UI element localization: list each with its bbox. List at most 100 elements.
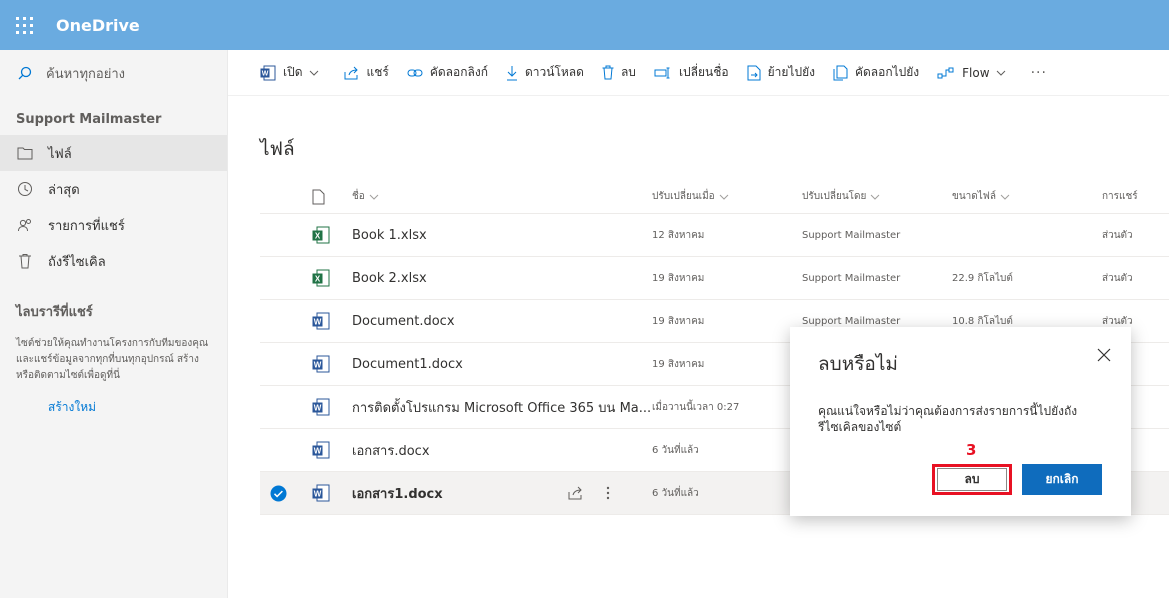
chevron-down-icon — [996, 70, 1005, 76]
rename-button[interactable]: เปลี่ยนชื่อ — [654, 63, 729, 82]
file-modified: เมื่อวานนี้เวลา 0:27 — [652, 401, 740, 413]
file-type-icon[interactable] — [312, 180, 334, 213]
file-modified: 12 สิงหาคม — [652, 229, 705, 241]
svg-text:X: X — [315, 232, 321, 241]
file-modified: 6 วันที่แล้ว — [652, 487, 699, 499]
share-icon — [344, 66, 358, 79]
word-icon: W — [260, 65, 276, 80]
close-icon[interactable] — [1097, 347, 1113, 363]
excel-icon: X — [312, 257, 334, 299]
sidebar-item-recent[interactable]: ล่าสุด — [0, 171, 227, 207]
file-sharing: ส่วนตัว — [1102, 229, 1133, 241]
sidebar-item-label: ล่าสุด — [48, 182, 80, 198]
cancel-button[interactable]: ยกเลิก — [1022, 464, 1102, 495]
column-header-modified-by[interactable]: ปรับเปลี่ยนโดย — [802, 180, 942, 213]
file-modified: 19 สิงหาคม — [652, 272, 705, 284]
dialog-title: ลบหรือไม่ — [818, 353, 898, 375]
file-name[interactable]: เอกสาร.docx — [352, 429, 552, 471]
file-modified-by: Support Mailmaster — [802, 229, 901, 241]
share-button[interactable]: แชร์ — [344, 63, 389, 82]
sidebar-item-label: รายการที่แชร์ — [48, 218, 125, 234]
file-name[interactable]: เอกสาร1.docx — [352, 472, 552, 514]
chevron-down-icon — [1000, 194, 1010, 200]
copy-to-button[interactable]: คัดลอกไปยัง — [833, 63, 919, 82]
confirm-delete-label: ลบ — [937, 468, 1007, 491]
search-box[interactable]: ค้นหาทุกอย่าง — [0, 50, 227, 96]
page-title: ไฟล์ — [260, 138, 295, 160]
word-icon: W — [312, 386, 334, 428]
column-header-sharing[interactable]: การแชร์ — [1102, 180, 1169, 213]
download-icon — [506, 65, 517, 80]
chevron-down-icon — [369, 194, 379, 200]
copy-link-button[interactable]: คัดลอกลิงก์ — [407, 63, 488, 82]
move-to-icon — [747, 65, 761, 80]
chevron-down-icon — [719, 194, 729, 200]
column-header-name[interactable]: ชื่อ — [352, 180, 552, 213]
file-size: 22.9 กิโลไบต์ — [952, 272, 1013, 284]
table-row[interactable]: X Book 2.xlsx 19 สิงหาคม Support Mailmas… — [260, 257, 1169, 300]
create-new-link[interactable]: สร้างใหม่ — [0, 384, 227, 417]
excel-icon: X — [312, 214, 334, 256]
svg-text:W: W — [314, 447, 322, 456]
delete-button[interactable]: ลบ — [602, 63, 636, 82]
app-title[interactable]: OneDrive — [56, 16, 140, 35]
chevron-down-icon — [309, 70, 318, 76]
trash-icon — [602, 65, 614, 80]
recycle-bin-icon — [16, 252, 34, 270]
share-icon[interactable] — [568, 486, 584, 500]
file-modified-by: Support Mailmaster — [802, 272, 901, 284]
column-header-modified[interactable]: ปรับเปลี่ยนเมื่อ — [652, 180, 792, 213]
word-icon: W — [312, 429, 334, 471]
sidebar-item-files[interactable]: ไฟล์ — [0, 135, 227, 171]
confirm-delete-button[interactable]: ลบ — [932, 464, 1012, 495]
file-size — [952, 214, 1082, 256]
step-number-annotation: 3 — [966, 441, 977, 459]
word-icon: W — [312, 472, 334, 514]
clock-icon — [16, 180, 34, 198]
sidebar-item-recycle-bin[interactable]: ถังรีไซเคิล — [0, 243, 227, 279]
top-bar: OneDrive — [0, 0, 1169, 50]
svg-text:W: W — [314, 490, 322, 499]
file-modified: 6 วันที่แล้ว — [652, 444, 699, 456]
site-title: Support Mailmaster — [16, 112, 162, 127]
list-header: ชื่อ ปรับเปลี่ยนเมื่อ ปรับเปลี่ยนโดย ขนา… — [260, 180, 1169, 214]
file-name[interactable]: Book 1.xlsx — [352, 214, 552, 256]
sidebar-item-label: ถังรีไซเคิล — [48, 254, 106, 270]
row-actions — [568, 472, 632, 514]
file-sharing: ส่วนตัว — [1102, 272, 1133, 284]
sidebar-item-label: ไฟล์ — [48, 146, 72, 162]
rename-icon — [654, 67, 670, 78]
file-name[interactable]: การติดตั้งโปรแกรม Microsoft Office 365 บ… — [352, 386, 652, 428]
svg-text:X: X — [315, 275, 321, 284]
column-header-size[interactable]: ขนาดไฟล์ — [952, 180, 1082, 213]
link-icon — [407, 69, 423, 76]
word-icon: W — [312, 343, 334, 385]
file-name[interactable]: Document1.docx — [352, 343, 552, 385]
shared-libraries-description: ไซต์ช่วยให้คุณทำงานโครงการกับทีมของคุณ แ… — [16, 338, 209, 381]
move-to-button[interactable]: ย้ายไปยัง — [747, 63, 815, 82]
open-button[interactable]: W เปิด — [260, 63, 326, 82]
svg-text:W: W — [314, 404, 322, 413]
file-name[interactable]: Book 2.xlsx — [352, 257, 552, 299]
file-name[interactable]: Document.docx — [352, 300, 552, 342]
command-bar: W เปิด แชร์ คัดลอกลิงก์ ดาวน์โหลด ลบ เปล… — [228, 50, 1169, 96]
download-button[interactable]: ดาวน์โหลด — [506, 63, 584, 82]
svg-text:W: W — [314, 318, 322, 327]
svg-text:W: W — [314, 361, 322, 370]
search-icon — [18, 66, 32, 80]
selected-check-icon[interactable] — [270, 472, 290, 514]
more-button[interactable]: ··· — [1031, 65, 1047, 81]
delete-dialog: ลบหรือไม่ คุณแน่ใจหรือไม่ว่าคุณต้องการส่… — [790, 327, 1131, 516]
file-modified: 19 สิงหาคม — [652, 315, 705, 327]
more-vertical-icon[interactable] — [606, 486, 610, 500]
sidebar-item-shared[interactable]: รายการที่แชร์ — [0, 207, 227, 243]
waffle-icon[interactable] — [0, 0, 48, 50]
shared-libraries-title: ไลบรารีที่แชร์ — [16, 305, 93, 320]
word-icon: W — [312, 300, 334, 342]
left-nav: ค้นหาทุกอย่าง Support Mailmaster ไฟล์ ล่… — [0, 50, 228, 598]
table-row[interactable]: X Book 1.xlsx 12 สิงหาคม Support Mailmas… — [260, 214, 1169, 257]
search-input[interactable]: ค้นหาทุกอย่าง — [46, 63, 125, 84]
people-icon — [16, 216, 34, 234]
chevron-down-icon — [871, 194, 880, 200]
flow-button[interactable]: Flow — [937, 66, 1012, 80]
